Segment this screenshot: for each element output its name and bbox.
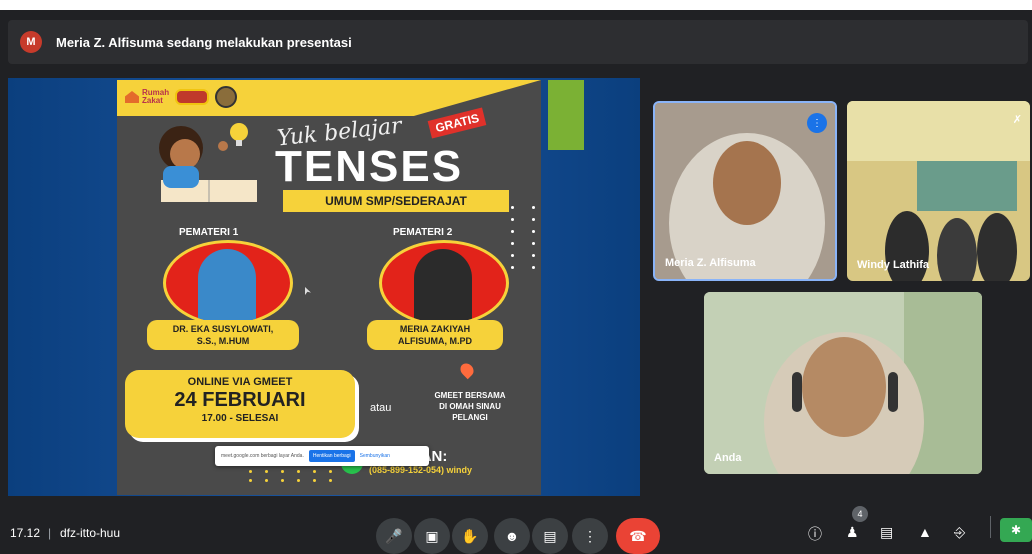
browser-top-strip — [0, 0, 1032, 10]
participant-video — [704, 292, 982, 474]
chat-icon: ▤ — [880, 524, 894, 540]
participant-name: Anda — [714, 452, 742, 464]
alternative-venue: GMEET BERSAMA DI OMAH SINAU PELANGI — [407, 390, 533, 423]
more-options-button[interactable]: ⋮ — [572, 518, 608, 554]
screen-share-notice: meet.google.com berbagi layar Anda. Hent… — [215, 446, 429, 466]
registration-phone: (085-899-152-054) windy — [369, 465, 473, 475]
speaker1-name-line2: S.S., M.HUM — [196, 336, 250, 346]
poster-title: TENSES — [275, 142, 464, 191]
event-time: 17.00 - SELESAI — [201, 413, 279, 424]
clock: 17.12 — [10, 526, 41, 540]
online-label: ONLINE VIA GMEET — [187, 376, 293, 388]
participant-tile-self[interactable]: Anda — [704, 292, 982, 474]
alt-line2: DI OMAH SINAU — [439, 402, 501, 411]
speaker1-label: PEMATERI 1 — [179, 227, 239, 238]
meeting-info-button[interactable]: ⓘ — [808, 524, 822, 544]
participant-name: Meria Z. Alfisuma — [665, 257, 756, 269]
decor-dots — [511, 206, 541, 269]
slide-green-accent — [548, 80, 584, 150]
activities-icon: ▲ — [918, 524, 932, 540]
presentation-banner: M Meria Z. Alfisuma sedang melakukan pre… — [8, 20, 1028, 64]
speaker1-name: DR. EKA SUSYLOWATI, S.S., M.HUM — [147, 320, 299, 350]
people-icon: ♟ — [846, 524, 859, 540]
extension-button[interactable]: ✱ — [1000, 518, 1032, 542]
speaker2-name: MERIA ZAKIYAH ALFISUMA, M.PD — [367, 320, 503, 350]
lock-icon: ⎆ — [954, 524, 966, 540]
chat-button[interactable]: ▤ — [880, 524, 893, 541]
present-icon: ▤ — [543, 527, 557, 544]
student-illustration — [159, 123, 257, 202]
speaker1-name-line1: DR. EKA SUSYLOWATI, — [172, 324, 274, 334]
share-notice-text: meet.google.com berbagi layar Anda. — [221, 453, 304, 459]
more-icon: ⋮ — [583, 527, 597, 544]
mic-button[interactable]: 🎤 — [376, 518, 412, 554]
rumah-zakat-logo: Rumah Zakat — [125, 89, 169, 105]
participant-name: Windy Lathifa — [857, 259, 930, 271]
hide-notice-button[interactable]: Sembunyikan — [360, 453, 390, 459]
participant-video — [847, 101, 1030, 281]
present-button[interactable]: ▤ — [532, 518, 568, 554]
extension-icon: ✱ — [1010, 523, 1022, 537]
host-controls-button[interactable]: ⎆ — [954, 524, 965, 541]
poster-logos: Rumah Zakat — [125, 86, 238, 108]
mic-off-icon: ✗ — [1012, 114, 1022, 126]
speaker1-figure — [198, 249, 256, 323]
divider: | — [48, 526, 52, 540]
speaking-indicator-icon: ⋮ — [807, 113, 827, 133]
online-info-box: ONLINE VIA GMEET 24 FEBRUARI 17.00 - SEL… — [125, 370, 355, 438]
camera-icon: ▣ — [425, 527, 439, 544]
meeting-code: dfz-itto-huu — [60, 526, 121, 540]
camera-button[interactable]: ▣ — [414, 518, 450, 554]
people-button[interactable]: ♟ — [846, 524, 859, 541]
decor-yellow-dots — [249, 470, 343, 482]
location-pin-icon — [457, 360, 477, 380]
controls-divider — [990, 516, 991, 538]
speaker2-photo — [379, 240, 509, 326]
participant-tile-meria[interactable]: ⋮ Meria Z. Alfisuma — [653, 101, 837, 281]
presenter-avatar: M — [20, 31, 42, 53]
speaker2-name-line2: ALFISUMA, M.PD — [398, 336, 472, 346]
stop-sharing-button[interactable]: Hentikan berbagi — [308, 450, 355, 462]
house-icon — [125, 91, 139, 103]
participant-tile-windy[interactable]: ✗ Windy Lathifa — [847, 101, 1030, 281]
speaker2-figure — [414, 249, 472, 323]
info-icon: ⓘ — [808, 526, 822, 542]
speaker2-name-line1: MERIA ZAKIYAH — [399, 324, 471, 334]
alt-line1: GMEET BERSAMA — [434, 391, 506, 400]
raise-hand-button[interactable]: ✋ — [452, 518, 488, 554]
shared-poster: Rumah Zakat Yuk belajar GRATIS TENSES UM… — [117, 80, 541, 495]
seal-logo — [215, 86, 238, 108]
logo-text-2: Zakat — [142, 96, 163, 105]
end-call-button[interactable]: ☎ — [616, 518, 660, 554]
activities-button[interactable]: ▲ — [918, 524, 932, 540]
audience-banner: UMUM SMP/SEDERAJAT — [283, 190, 509, 212]
speaker1-photo — [163, 240, 293, 326]
captions-icon: ☻ — [504, 528, 520, 544]
event-date: 24 FEBRUARI — [174, 389, 306, 411]
participant-count-badge: 4 — [852, 506, 868, 522]
presentation-banner-text: Meria Z. Alfisuma sedang melakukan prese… — [56, 34, 352, 50]
or-text: atau — [370, 402, 392, 414]
speaker2-label: PEMATERI 2 — [393, 227, 453, 238]
captions-button[interactable]: ☻ — [494, 518, 530, 554]
free-badge: GRATIS — [427, 107, 487, 139]
raise-hand-icon: ✋ — [461, 527, 479, 544]
partner-logo — [175, 89, 210, 105]
meeting-controls-bar: 17.12 | dfz-itto-huu 🎤 ▣ ✋ ☻ ▤ ⋮ ☎ ⓘ 4 ♟… — [0, 496, 1032, 554]
alt-line3: PELANGI — [452, 413, 488, 422]
end-call-icon: ☎ — [629, 527, 647, 544]
mic-icon: 🎤 — [385, 527, 403, 544]
